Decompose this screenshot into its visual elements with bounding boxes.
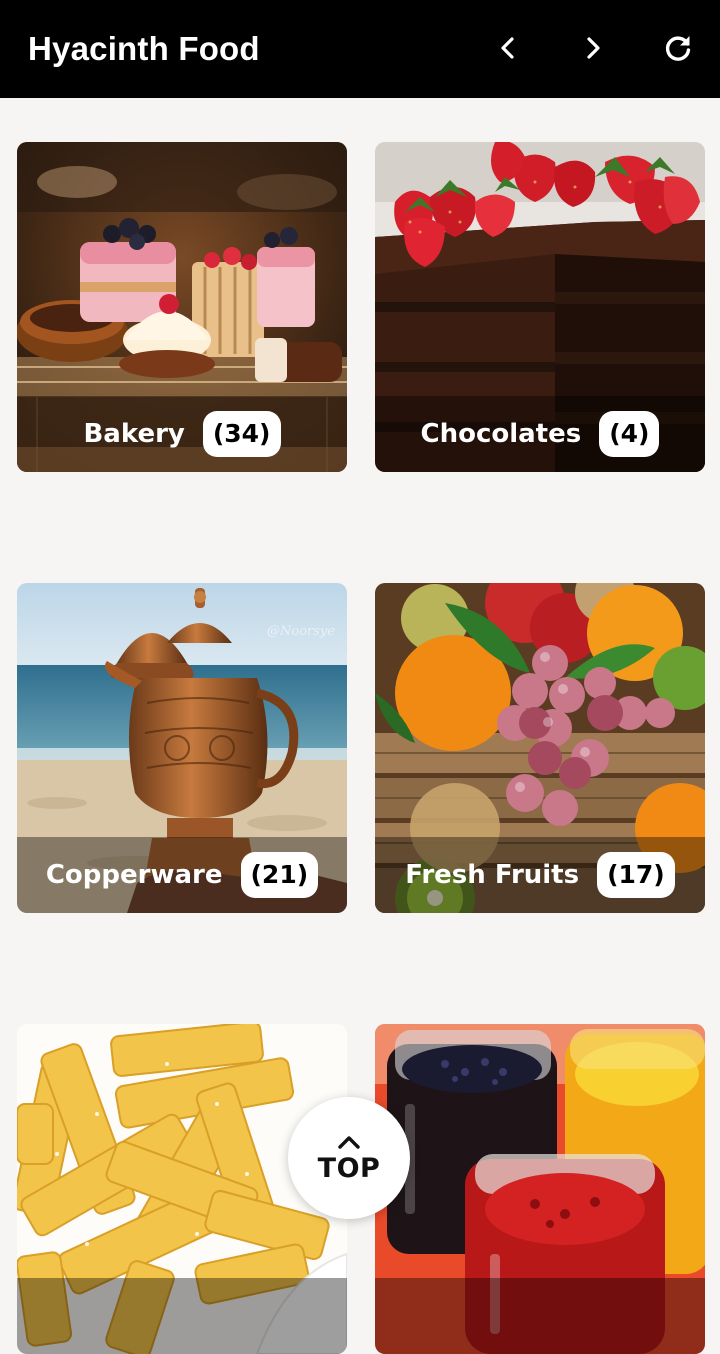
- forward-button[interactable]: [573, 28, 613, 68]
- category-count-badge: (21): [240, 852, 319, 898]
- category-caption: [375, 1278, 705, 1354]
- category-caption: Chocolates (4): [375, 396, 705, 472]
- category-caption: [17, 1278, 347, 1354]
- scroll-top-label: TOP: [317, 1152, 381, 1184]
- svg-text:@Noorsye: @Noorsye: [267, 624, 335, 639]
- category-caption: Fresh Fruits (17): [375, 837, 705, 913]
- refresh-icon: [665, 36, 691, 61]
- category-count-badge: (17): [597, 852, 675, 898]
- back-button[interactable]: [488, 28, 528, 68]
- category-name: Chocolates: [420, 419, 582, 449]
- category-count-badge: (4): [599, 411, 660, 457]
- chevron-left-icon: [501, 37, 514, 59]
- scroll-top-button[interactable]: TOP: [288, 1097, 410, 1219]
- category-caption: Bakery (34): [17, 396, 347, 472]
- category-card-bakery[interactable]: Bakery (34): [17, 142, 347, 472]
- category-count-badge: (34): [202, 411, 281, 457]
- chevron-right-icon: [587, 37, 600, 59]
- category-name: Bakery: [83, 419, 185, 449]
- category-name: Fresh Fruits: [405, 860, 580, 890]
- refresh-button[interactable]: [658, 28, 698, 68]
- category-card-fresh-fruits[interactable]: Fresh Fruits (17): [375, 583, 705, 913]
- category-card-copperware[interactable]: @Noorsye Copperware (21): [17, 583, 347, 913]
- category-name: Copperware: [45, 860, 223, 890]
- app-title: Hyacinth Food: [28, 30, 260, 67]
- category-card-jams[interactable]: [375, 1024, 705, 1354]
- app-header: Hyacinth Food: [0, 0, 720, 98]
- chevron-up-icon: [338, 1135, 360, 1149]
- category-caption: Copperware (21): [17, 837, 347, 913]
- category-card-chocolates[interactable]: Chocolates (4): [375, 142, 705, 472]
